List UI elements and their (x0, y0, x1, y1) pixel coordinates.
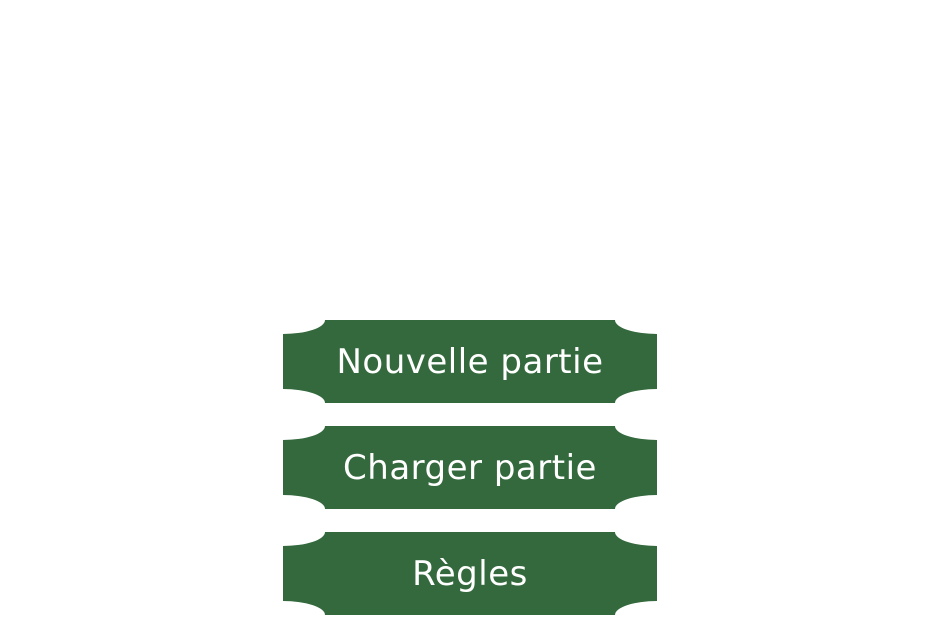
rules-label: Règles (412, 553, 528, 594)
load-game-label: Charger partie (343, 447, 597, 488)
main-menu: Nouvelle partie Charger partie Règles (283, 320, 657, 615)
load-game-button[interactable]: Charger partie (283, 426, 657, 509)
new-game-button[interactable]: Nouvelle partie (283, 320, 657, 403)
main-menu-screen: Nouvelle partie Charger partie Règles (0, 0, 940, 640)
new-game-label: Nouvelle partie (336, 341, 604, 382)
rules-button[interactable]: Règles (283, 532, 657, 615)
